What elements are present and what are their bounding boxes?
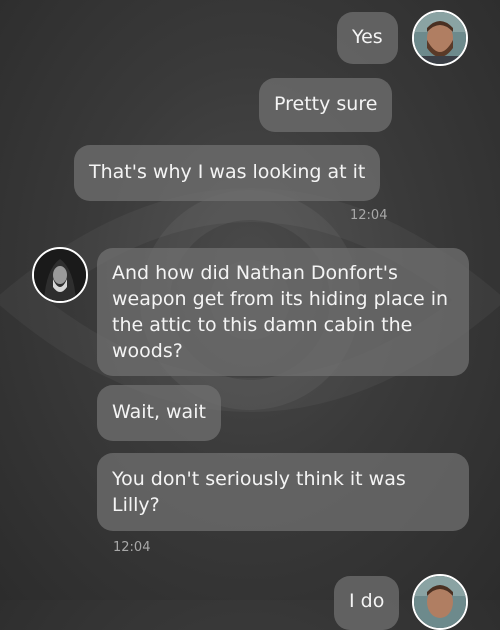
user-avatar[interactable] [412, 574, 468, 630]
message-bubble-outgoing[interactable]: Yes [337, 12, 398, 64]
message-timestamp: 12:04 [350, 208, 388, 223]
message-bubble-incoming[interactable]: You don't seriously think it was Lilly? [97, 453, 469, 531]
user-avatar[interactable] [412, 10, 468, 66]
message-bubble-outgoing[interactable]: Pretty sure [259, 78, 393, 132]
message-bubble-incoming[interactable]: Wait, wait [97, 385, 221, 441]
message-bubble-outgoing[interactable]: That's why I was looking at it [74, 145, 381, 201]
message-timestamp: 12:04 [113, 540, 151, 555]
contact-avatar[interactable] [32, 247, 88, 303]
message-bubble-outgoing[interactable]: I do [334, 576, 400, 630]
message-bubble-incoming[interactable]: And how did Nathan Donfort's weapon get … [97, 248, 469, 376]
